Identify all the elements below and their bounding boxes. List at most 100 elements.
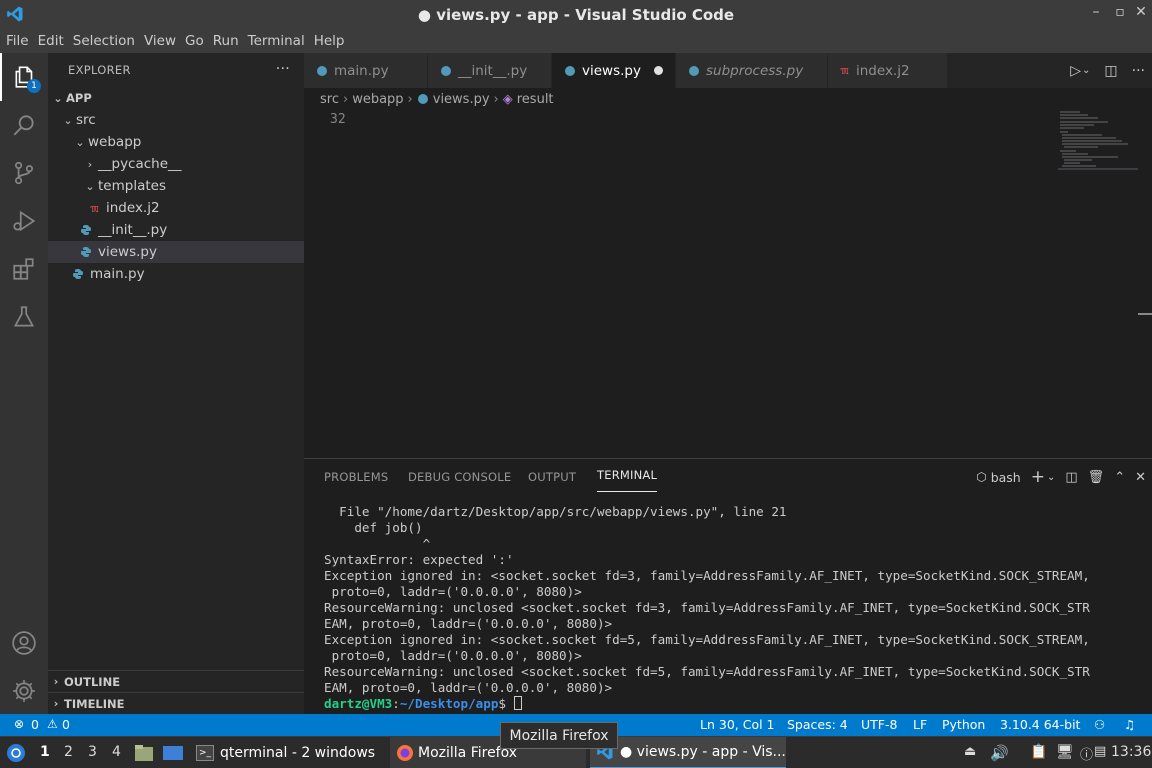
terminal-output[interactable]: File "/home/dartz/Desktop/app/src/webapp… — [324, 504, 1144, 712]
bottom-panel: PROBLEMS DEBUG CONSOLE OUTPUT TERMINAL ⬡… — [304, 458, 1152, 714]
file-manager-launcher[interactable] — [134, 737, 154, 768]
split-editor-icon[interactable]: ◫ — [1104, 63, 1117, 79]
minimize-icon[interactable]: – — [1086, 4, 1106, 20]
prompt-suffix: $ — [498, 696, 514, 711]
tab-label: index.j2 — [856, 62, 910, 79]
new-terminal-icon[interactable]: + — [1031, 467, 1045, 487]
file-views-py[interactable]: views.py — [48, 241, 304, 263]
breadcrumb-src[interactable]: src — [320, 92, 339, 107]
tab-views-py[interactable]: views.py — [552, 53, 676, 88]
scrollbar-marker[interactable] — [1138, 313, 1152, 315]
folder-root-app[interactable]: ⌄ APP — [48, 87, 304, 109]
explorer-activity[interactable]: 1 — [0, 53, 48, 101]
menu-go[interactable]: Go — [181, 33, 208, 49]
tab-main-py[interactable]: main.py — [304, 53, 428, 88]
workspace-1[interactable]: 1 — [40, 744, 50, 760]
tab-init-py[interactable]: __init__.py — [428, 53, 552, 88]
cursor-position[interactable]: Ln 30, Col 1 — [700, 717, 775, 732]
window-title: ● views.py - app - Visual Studio Code — [417, 5, 735, 24]
search-activity[interactable] — [0, 101, 48, 149]
line-ending[interactable]: LF — [913, 717, 927, 732]
menu-run[interactable]: Run — [209, 33, 243, 49]
split-terminal-icon[interactable]: ◫ — [1065, 470, 1077, 485]
error-icon[interactable]: ⊗ — [14, 717, 24, 731]
panel-tab-problems[interactable]: PROBLEMS — [324, 459, 388, 494]
file-index-j2[interactable]: ℼ index.j2 — [48, 197, 304, 219]
indentation[interactable]: Spaces: 4 — [787, 717, 848, 732]
accounts-activity[interactable] — [0, 619, 48, 667]
terminal-prompt[interactable]: dartz@VM3:~/Desktop/app$ — [324, 696, 1144, 712]
python-file-icon — [81, 247, 91, 257]
taskbar-vscode[interactable]: ● views.py - app - Vis... — [590, 737, 786, 768]
folder-webapp[interactable]: ⌄ webapp — [48, 131, 304, 153]
error-count[interactable]: 0 — [31, 717, 39, 732]
close-window-icon[interactable]: ✕ — [1131, 4, 1151, 20]
terminal-shell-label[interactable]: bash — [991, 470, 1021, 485]
maximize-icon[interactable]: ▫ — [1110, 4, 1130, 20]
trash-icon[interactable]: 🗑 — [1088, 470, 1105, 485]
update-notifier-icon[interactable]: ⓘ — [1080, 744, 1093, 763]
warning-count[interactable]: 0 — [62, 717, 70, 732]
taskbar-qterminal[interactable]: >_ qterminal - 2 windows — [192, 737, 386, 768]
feedback-icon[interactable]: ⚇ — [1094, 717, 1105, 732]
folder-pycache[interactable]: › __pycache__ — [48, 153, 304, 175]
workspace-3[interactable]: 3 — [88, 744, 97, 760]
network-icon[interactable]: 🖥 — [1056, 744, 1074, 760]
breadcrumb-result[interactable]: result — [517, 92, 554, 107]
panel-tab-terminal[interactable]: TERMINAL — [597, 459, 658, 492]
workspace-2[interactable]: 2 — [64, 744, 73, 760]
breadcrumb-views-py[interactable]: views.py — [433, 92, 490, 107]
volume-icon[interactable]: 🔊 — [990, 744, 1009, 762]
more-actions-icon[interactable]: ··· — [276, 61, 290, 77]
breadcrumb-webapp[interactable]: webapp — [352, 92, 403, 107]
clipboard-icon[interactable]: 📋 — [1030, 744, 1047, 760]
terminal-line: ^ — [324, 536, 431, 551]
workspace-4[interactable]: 4 — [112, 744, 121, 760]
bell-icon[interactable]: ♫ — [1124, 717, 1135, 732]
tree-item-label: main.py — [90, 266, 145, 282]
menu-terminal[interactable]: Terminal — [244, 33, 309, 49]
panel-tab-debug-console[interactable]: DEBUG CONSOLE — [408, 459, 511, 494]
python-interpreter[interactable]: 3.10.4 64-bit — [1000, 717, 1080, 732]
tab-subprocess-py[interactable]: subprocess.py — [676, 53, 828, 88]
run-python-icon[interactable]: ▷ — [1070, 63, 1081, 79]
minimap[interactable] — [1058, 110, 1138, 180]
unsaved-dot-icon[interactable] — [654, 66, 663, 75]
panel-tab-output[interactable]: OUTPUT — [528, 459, 576, 494]
warning-icon[interactable]: ⚠ — [47, 717, 58, 731]
menu-help[interactable]: Help — [310, 33, 349, 49]
extensions-activity[interactable] — [0, 245, 48, 293]
menu-file[interactable]: File — [2, 33, 33, 49]
source-control-activity[interactable] — [0, 149, 48, 197]
folder-templates[interactable]: ⌄ templates — [48, 175, 304, 197]
start-menu-button[interactable] — [6, 737, 26, 768]
clock[interactable]: 13:36 — [1111, 744, 1151, 760]
show-desktop-launcher[interactable] — [162, 737, 184, 768]
folder-src[interactable]: ⌄ src — [48, 109, 304, 131]
lubuntu-logo-icon — [7, 744, 25, 762]
terminal-dropdown-icon[interactable]: ⌄ — [1047, 472, 1055, 483]
run-dropdown-icon[interactable]: ⌄ — [1082, 65, 1090, 76]
tab-index-j2[interactable]: ℼ index.j2 — [828, 53, 948, 88]
more-actions-icon[interactable]: ··· — [1132, 63, 1145, 79]
menu-selection[interactable]: Selection — [69, 33, 139, 49]
file-main-py[interactable]: main.py — [48, 263, 304, 285]
encoding[interactable]: UTF-8 — [861, 717, 897, 732]
manage-activity[interactable] — [0, 667, 48, 715]
python-file-icon — [441, 65, 451, 76]
display-icon[interactable]: ▤ — [1094, 744, 1106, 759]
code-editor[interactable]: 32 — [304, 110, 1152, 458]
upload-tray-icon[interactable]: ⏏ — [964, 744, 976, 759]
menu-view[interactable]: View — [140, 33, 180, 49]
run-debug-activity[interactable] — [0, 197, 48, 245]
root-label: APP — [66, 91, 92, 105]
language-mode[interactable]: Python — [942, 717, 985, 732]
outline-section[interactable]: › OUTLINE — [48, 670, 304, 692]
search-icon — [13, 115, 34, 136]
maximize-panel-icon[interactable]: ⌃ — [1114, 470, 1125, 485]
menu-edit[interactable]: Edit — [34, 33, 68, 49]
close-panel-icon[interactable]: ✕ — [1135, 470, 1146, 485]
timeline-section[interactable]: › TIMELINE — [48, 692, 304, 714]
file-init-py[interactable]: __init__.py — [48, 219, 304, 241]
testing-activity[interactable] — [0, 293, 48, 341]
